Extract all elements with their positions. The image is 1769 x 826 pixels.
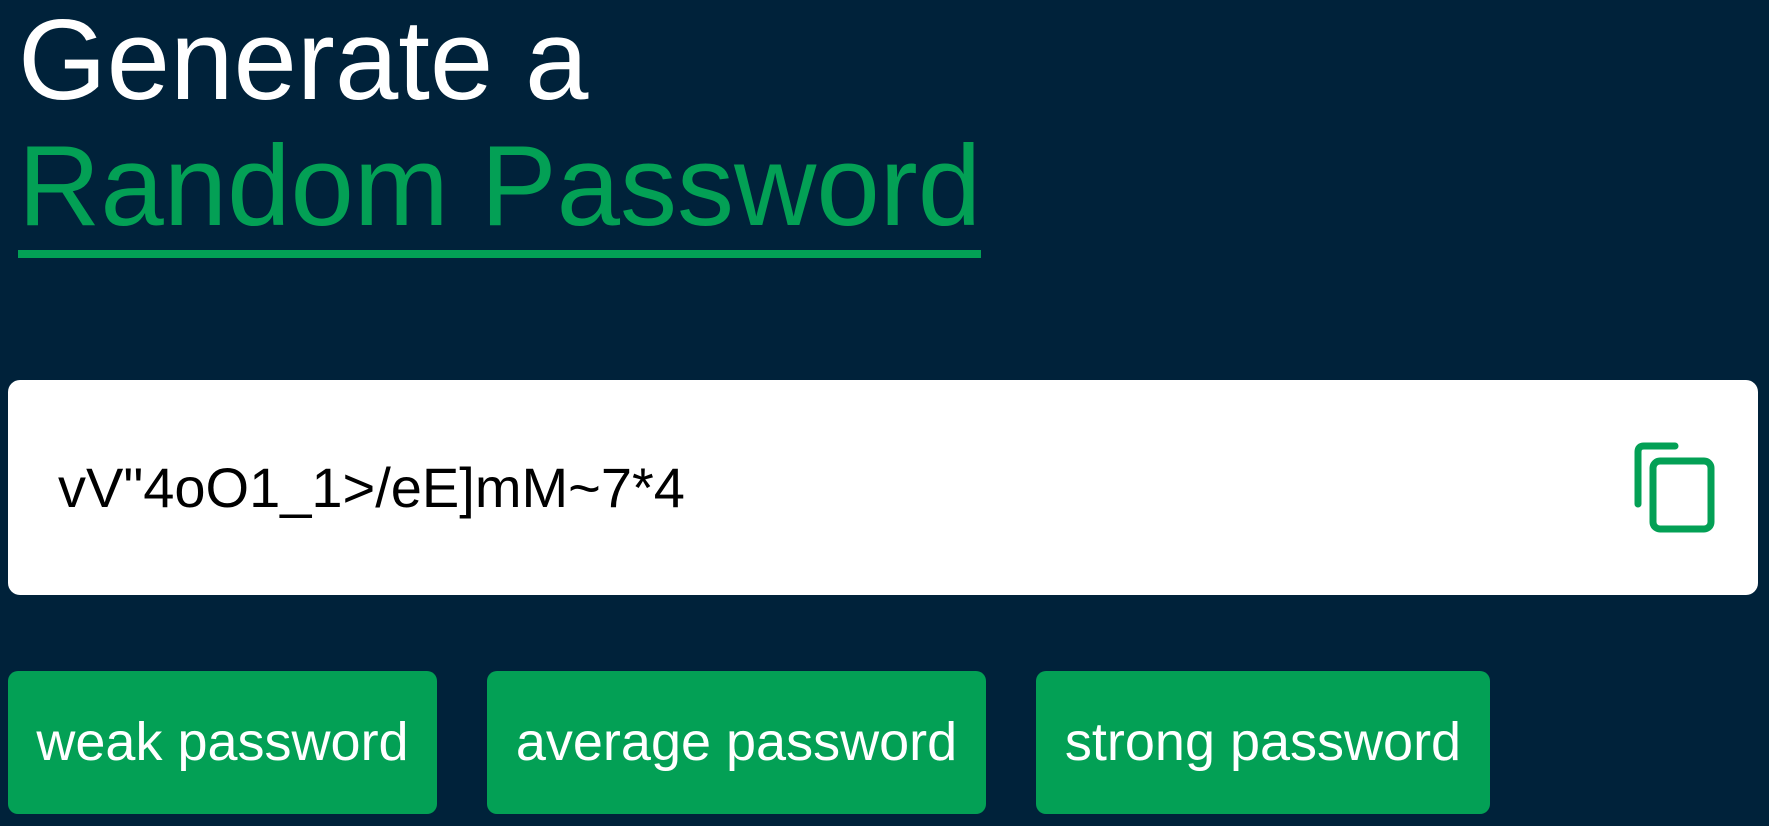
title-line-random-password: Random Password	[18, 130, 982, 258]
password-display: vV"4oO1_1>/eE]mM~7*4	[8, 380, 1758, 595]
copy-button[interactable]	[1634, 442, 1716, 534]
title-line-generate: Generate a	[18, 0, 589, 124]
strong-password-button[interactable]: strong password	[1036, 671, 1490, 814]
weak-password-button[interactable]: weak password	[8, 671, 437, 814]
copy-icon	[1634, 442, 1715, 533]
average-password-button[interactable]: average password	[487, 671, 986, 814]
password-value[interactable]: vV"4oO1_1>/eE]mM~7*4	[58, 380, 685, 595]
